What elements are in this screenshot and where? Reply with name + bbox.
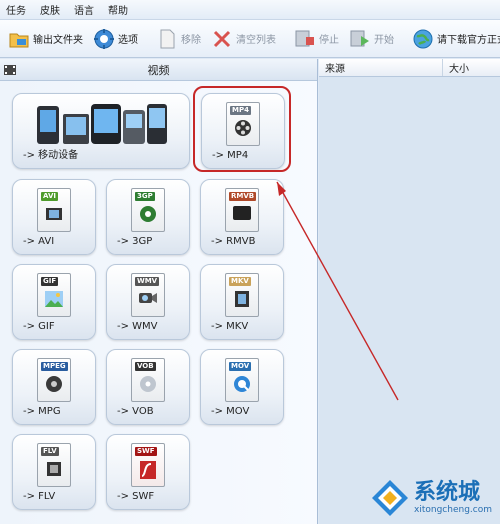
tile-label: -> AVI: [23, 236, 55, 247]
options-label: 选项: [118, 35, 138, 46]
video-file-icon: RMVB: [225, 188, 259, 232]
play-icon: [350, 30, 369, 46]
file-list-header: 来源 大小: [319, 59, 500, 77]
tile-mobile-device[interactable]: -> 移动设备: [12, 93, 190, 169]
tile-label: -> SWF: [117, 491, 155, 502]
disc-icon: [140, 376, 156, 392]
globe-icon: [413, 29, 433, 48]
panel-header: 视频: [0, 59, 317, 81]
output-folder-label: 输出文件夹: [33, 35, 83, 46]
document-icon: [160, 29, 175, 48]
quicktime-icon: [234, 376, 250, 392]
tile-swf[interactable]: SWF -> SWF: [106, 434, 190, 510]
film-strip-icon: [46, 208, 62, 220]
stop-icon: [295, 30, 314, 46]
remove-label: 移除: [181, 35, 201, 46]
clear-list-label: 清空列表: [236, 35, 276, 46]
video-file-icon: VOB: [131, 358, 165, 402]
film-reel-icon: [140, 206, 156, 222]
menu-language[interactable]: 语言: [74, 2, 94, 17]
flash-icon: [140, 461, 156, 479]
format-badge: MKV: [229, 277, 251, 286]
format-badge: VOB: [135, 362, 156, 371]
mobile-devices-icon: [37, 104, 167, 144]
menu-help[interactable]: 帮助: [108, 2, 128, 17]
tile-mpg[interactable]: MPEG -> MPG: [12, 349, 96, 425]
tile-avi[interactable]: AVI -> AVI: [12, 179, 96, 255]
tile-label: -> WMV: [117, 321, 158, 332]
watermark-url: xitongcheng.com: [414, 505, 492, 515]
download-official-button[interactable]: 请下载官方正式: [408, 24, 500, 54]
tile-label: -> MPG: [23, 406, 61, 417]
video-file-icon: MPEG: [37, 358, 71, 402]
panel-title: 视频: [147, 63, 170, 77]
tile-label: -> MOV: [211, 406, 250, 417]
format-badge: 3GP: [135, 192, 155, 201]
toolbar: 输出文件夹 选项 移除 清空列表 停止 开始 请下载官方正式: [0, 20, 500, 58]
stop-button[interactable]: 停止: [290, 24, 343, 54]
flash-file-icon: SWF: [131, 443, 165, 487]
format-badge: MOV: [229, 362, 252, 371]
format-badge: SWF: [135, 447, 157, 456]
format-badge: RMVB: [229, 192, 257, 201]
format-badge: GIF: [41, 277, 59, 286]
start-button[interactable]: 开始: [345, 24, 398, 54]
output-folder-button[interactable]: 输出文件夹: [4, 24, 87, 54]
tile-vob[interactable]: VOB -> VOB: [106, 349, 190, 425]
format-badge: MPEG: [41, 362, 68, 371]
menu-task[interactable]: 任务: [6, 2, 26, 17]
stop-label: 停止: [319, 35, 339, 46]
tile-mov[interactable]: MOV -> MOV: [200, 349, 284, 425]
picture-icon: [45, 291, 63, 307]
tile-wmv[interactable]: WMV -> WMV: [106, 264, 190, 340]
tile-label: -> FLV: [23, 491, 56, 502]
watermark: 系统城 xitongcheng.com: [370, 478, 492, 518]
format-badge: FLV: [41, 447, 59, 456]
start-label: 开始: [374, 35, 394, 46]
video-file-icon: MOV: [225, 358, 259, 402]
image-file-icon: GIF: [37, 273, 71, 317]
tile-flv[interactable]: FLV -> FLV: [12, 434, 96, 510]
gear-icon: [94, 28, 114, 49]
video-file-icon: WMV: [131, 273, 165, 317]
film-strip-icon: [235, 291, 249, 307]
options-button[interactable]: 选项: [89, 24, 142, 54]
tile-rmvb[interactable]: RMVB -> RMVB: [200, 179, 284, 255]
film-strip-icon: [47, 462, 61, 476]
tile-label: -> MKV: [211, 321, 249, 332]
video-file-icon: 3GP: [131, 188, 165, 232]
video-file-icon: FLV: [37, 443, 71, 487]
camcorder-icon: [139, 293, 157, 303]
tile-label: -> VOB: [117, 406, 154, 417]
download-official-label: 请下载官方正式: [437, 35, 500, 46]
real-player-icon: [233, 206, 251, 220]
watermark-title: 系统城: [414, 480, 481, 505]
file-list-panel: 来源 大小: [319, 59, 500, 524]
tile-label: -> 移动设备: [23, 150, 79, 161]
format-badge: WMV: [135, 277, 160, 286]
tile-mkv[interactable]: MKV -> MKV: [200, 264, 284, 340]
tile-3gp[interactable]: 3GP -> 3GP: [106, 179, 190, 255]
close-icon: [213, 30, 231, 47]
tile-label: -> 3GP: [117, 236, 153, 247]
tile-label: -> RMVB: [211, 236, 256, 247]
column-source[interactable]: 来源: [319, 59, 443, 76]
diamond-logo-icon: [372, 480, 409, 516]
menu-skin[interactable]: 皮肤: [40, 2, 60, 17]
mp4-highlight-box: [193, 86, 291, 172]
video-file-icon: MKV: [225, 273, 259, 317]
film-reel-icon: [46, 376, 62, 392]
folder-icon: [9, 33, 29, 47]
video-file-icon: AVI: [37, 188, 71, 232]
tile-label: -> GIF: [23, 321, 55, 332]
clear-list-button[interactable]: 清空列表: [207, 24, 280, 54]
remove-button[interactable]: 移除: [152, 24, 205, 54]
menu-bar: 任务 皮肤 语言 帮助: [0, 0, 500, 20]
tile-gif[interactable]: GIF -> GIF: [12, 264, 96, 340]
format-badge: AVI: [41, 192, 58, 201]
column-size[interactable]: 大小: [443, 60, 469, 75]
